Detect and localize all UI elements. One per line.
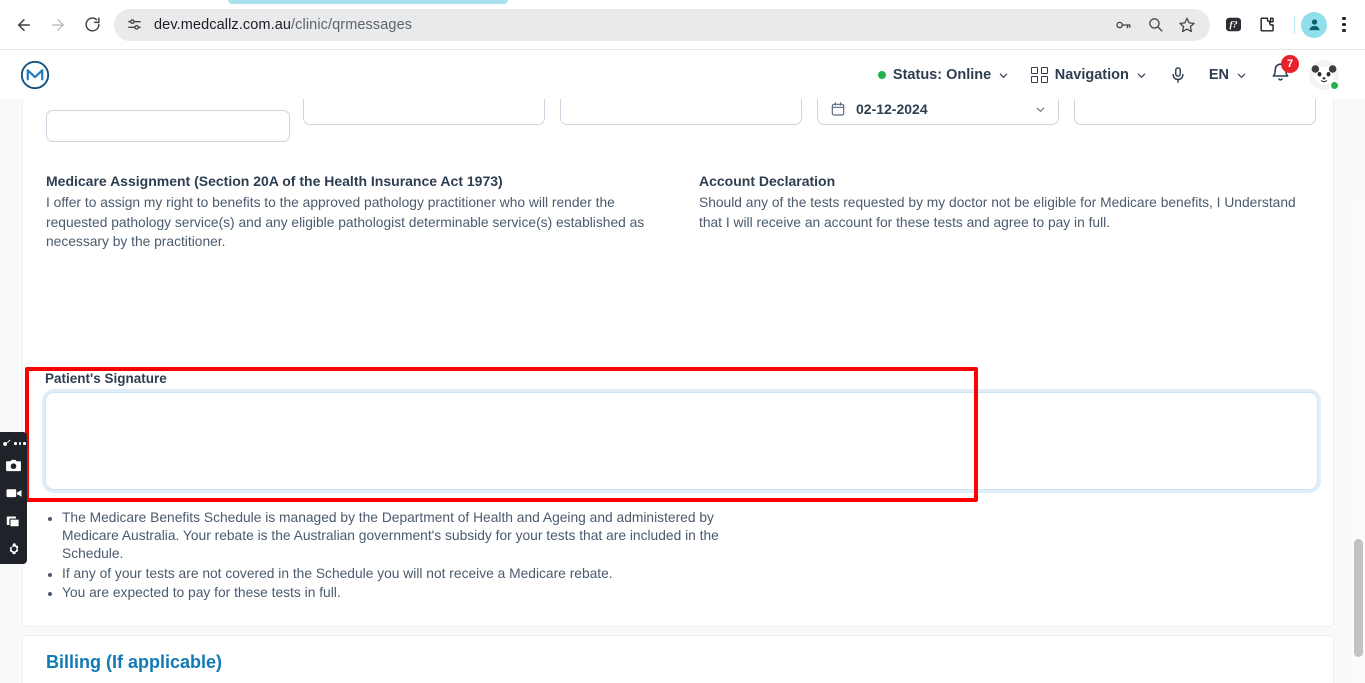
back-arrow-icon xyxy=(18,18,30,31)
forward-arrow-icon xyxy=(52,18,64,31)
field-5-input[interactable] xyxy=(1074,99,1316,125)
status-selector[interactable]: Status: Online xyxy=(867,58,1020,92)
back-button[interactable] xyxy=(8,9,40,41)
toolbar-drag-handle[interactable] xyxy=(1,436,26,451)
medicare-assignment-block: Medicare Assignment (Section 20A of the … xyxy=(46,173,676,252)
reload-icon xyxy=(84,17,100,32)
user-avatar[interactable] xyxy=(1309,60,1340,91)
account-declaration-title: Account Declaration xyxy=(699,173,836,189)
account-declaration-text: Should any of the tests requested by my … xyxy=(699,195,1296,230)
zoom-button[interactable] xyxy=(1140,10,1170,40)
navigation-menu[interactable]: Navigation xyxy=(1020,58,1158,92)
language-selector[interactable]: EN xyxy=(1198,58,1258,92)
drag-handle-dots-icon xyxy=(3,439,11,446)
window-capture-icon xyxy=(6,516,20,527)
zoom-search-icon xyxy=(1148,18,1163,32)
chevron-down-icon xyxy=(1137,73,1146,78)
browser-extension-buttons: f? xyxy=(1218,10,1282,40)
reload-button[interactable] xyxy=(76,9,108,41)
extensions-puzzle-icon xyxy=(1259,17,1274,32)
page-content: Type (Stamp) 02-12-2024 Medicare Assignm… xyxy=(0,99,1365,683)
microphone-icon xyxy=(1172,67,1184,83)
medicare-assignment-text: I offer to assign my right to benefits t… xyxy=(46,195,645,249)
billing-section-title: Billing (If applicable) xyxy=(46,652,223,672)
status-label: Status: Online xyxy=(892,67,992,83)
notifications-button[interactable]: 7 xyxy=(1258,55,1303,88)
svg-text:f?: f? xyxy=(1229,21,1237,31)
calendar-icon xyxy=(831,102,845,116)
field-3-input[interactable] xyxy=(560,99,802,125)
app-header: Status: Online Navigation EN 7 xyxy=(0,51,1365,99)
screenshot-capture-button[interactable] xyxy=(0,451,27,479)
microphone-button[interactable] xyxy=(1158,58,1198,92)
omnibox-actions xyxy=(1108,10,1206,40)
list-item: You are expected to pay for these tests … xyxy=(45,584,735,602)
video-record-button[interactable] xyxy=(0,479,27,507)
extensions-button[interactable] xyxy=(1252,10,1282,40)
fx-extension-button[interactable]: f? xyxy=(1218,10,1248,40)
date-value: 02-12-2024 xyxy=(856,101,928,117)
bookmark-button[interactable] xyxy=(1172,10,1202,40)
settings-gear-icon xyxy=(9,543,18,555)
capture-settings-button[interactable] xyxy=(0,535,27,563)
password-key-icon xyxy=(1116,21,1131,28)
window-capture-button[interactable] xyxy=(0,507,27,535)
site-settings-icon xyxy=(127,19,141,30)
medicare-notes-list: The Medicare Benefits Schedule is manage… xyxy=(45,509,735,603)
chevron-down-icon xyxy=(1036,107,1045,112)
page-scrollbar-thumb[interactable] xyxy=(1354,539,1363,657)
url-host: dev.medcallz.com.au xyxy=(154,16,292,33)
list-item: The Medicare Benefits Schedule is manage… xyxy=(45,509,735,564)
language-label: EN xyxy=(1208,67,1229,83)
password-manager-button[interactable] xyxy=(1108,10,1138,40)
navigation-label: Navigation xyxy=(1054,67,1129,83)
chevron-down-icon xyxy=(999,73,1008,78)
field-type-stamp-input[interactable] xyxy=(46,110,290,142)
active-tab-edge xyxy=(228,0,508,4)
chrome-menu-button[interactable] xyxy=(1329,10,1359,40)
camera-screenshot-icon xyxy=(6,459,21,471)
video-record-icon xyxy=(6,489,21,498)
form-field-row: 02-12-2024 xyxy=(46,99,1316,142)
address-bar[interactable]: dev.medcallz.com.au/clinic/qrmessages xyxy=(114,8,1210,41)
status-online-dot xyxy=(877,71,886,79)
url-text: dev.medcallz.com.au/clinic/qrmessages xyxy=(150,17,1108,33)
toolbar-divider xyxy=(1294,15,1295,34)
star-bookmark-icon xyxy=(1179,17,1195,32)
account-declaration-block: Account Declaration Should any of the te… xyxy=(699,173,1314,232)
grid-apps-icon xyxy=(1031,66,1048,84)
patient-signature-label: Patient's Signature xyxy=(45,371,167,386)
site-settings-button[interactable] xyxy=(118,9,150,41)
fx-extension-icon: f? xyxy=(1225,17,1241,32)
medicare-assignment-title: Medicare Assignment (Section 20A of the … xyxy=(46,173,503,189)
profile-avatar-icon xyxy=(1308,19,1320,31)
screen-capture-toolbar xyxy=(0,432,27,564)
avatar-online-indicator xyxy=(1329,80,1340,91)
date-picker-input[interactable]: 02-12-2024 xyxy=(817,99,1059,125)
notification-badge: 7 xyxy=(1281,55,1299,73)
browser-nav-buttons xyxy=(8,9,108,41)
list-item: If any of your tests are not covered in … xyxy=(45,565,735,583)
chrome-menu-kebab-icon xyxy=(1342,17,1346,21)
forward-button[interactable] xyxy=(42,9,74,41)
header-actions: Status: Online Navigation EN 7 xyxy=(867,55,1340,92)
patient-signature-input[interactable] xyxy=(45,392,1318,490)
billing-card: Billing (If applicable) Send to: xyxy=(22,635,1334,683)
profile-button[interactable] xyxy=(1301,11,1327,38)
medcallz-logo-icon[interactable] xyxy=(18,58,52,92)
browser-toolbar: dev.medcallz.com.au/clinic/qrmessages f? xyxy=(0,0,1365,50)
more-options-dots-icon xyxy=(14,442,26,445)
chevron-down-icon xyxy=(1237,73,1246,78)
url-path: /clinic/qrmessages xyxy=(291,16,413,33)
field-2-input[interactable] xyxy=(303,99,545,125)
